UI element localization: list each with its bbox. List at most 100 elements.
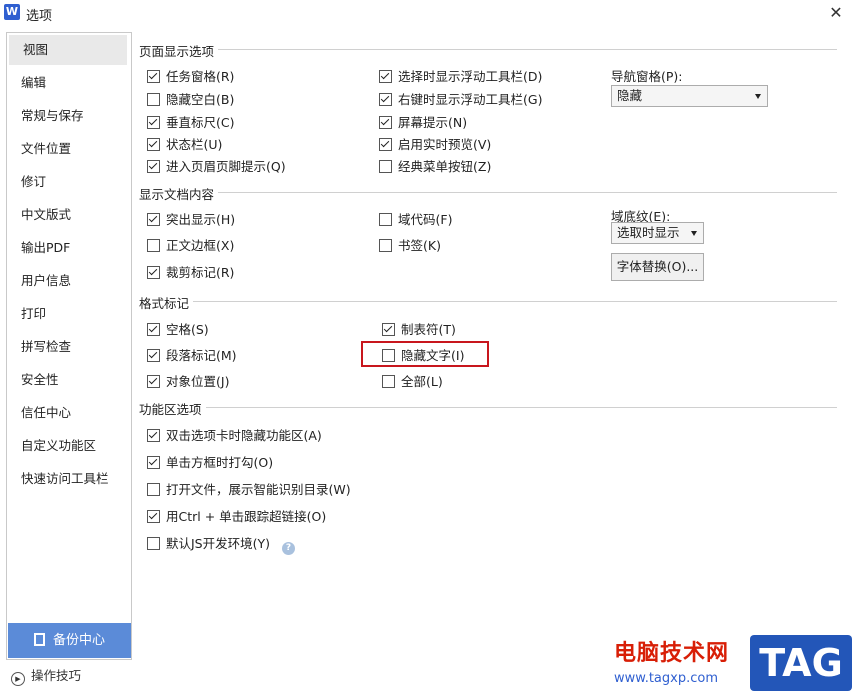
tips-label: 操作技巧	[31, 668, 82, 683]
backup-icon	[33, 633, 45, 646]
sidebar-item-spell-check[interactable]: 拼写检查	[7, 332, 127, 362]
checkbox-label: 双击选项卡时隐藏功能区(A)	[166, 428, 322, 443]
checkbox-label: 进入页眉页脚提示(Q)	[166, 159, 286, 174]
checkbox-header-footer-tip[interactable]: 进入页眉页脚提示(Q)	[147, 156, 286, 175]
checkbox-label: 状态栏(U)	[166, 137, 223, 152]
sidebar-item-export-pdf[interactable]: 输出PDF	[7, 233, 127, 263]
checkbox-label: 屏幕提示(N)	[398, 115, 468, 130]
options-main-panel: 页面显示选项 任务窗格(R) 隐藏空白(B) 垂直标尺(C) 状态栏(U) 进入…	[131, 32, 851, 658]
checkbox-box	[147, 456, 160, 469]
chevron-down-icon	[691, 231, 697, 236]
sidebar-item-customize-ribbon[interactable]: 自定义功能区	[7, 431, 127, 461]
sidebar-item-view[interactable]: 视图	[9, 35, 127, 65]
checkbox-label: 右键时显示浮动工具栏(G)	[398, 92, 543, 107]
checkbox-label: 用Ctrl + 单击跟踪超链接(O)	[166, 509, 327, 524]
checkbox-dblclick-hide-ribbon[interactable]: 双击选项卡时隐藏功能区(A)	[147, 425, 322, 444]
font-substitution-button[interactable]: 字体替换(O)...	[611, 253, 704, 281]
checkbox-text-boundaries[interactable]: 正文边框(X)	[147, 235, 234, 254]
checkbox-screen-tips[interactable]: 屏幕提示(N)	[379, 112, 467, 131]
sidebar-item-user-info[interactable]: 用户信息	[7, 266, 127, 296]
backup-center-button[interactable]: 备份中心	[8, 623, 131, 658]
checkbox-task-pane[interactable]: 任务窗格(R)	[147, 66, 234, 85]
checkbox-label: 段落标记(M)	[166, 348, 237, 363]
checkbox-box	[147, 266, 160, 279]
checkbox-float-toolbar-select[interactable]: 选择时显示浮动工具栏(D)	[379, 66, 542, 85]
watermark-url: www.tagxp.com	[614, 671, 718, 686]
checkbox-label: 选择时显示浮动工具栏(D)	[398, 69, 543, 84]
checkbox-box	[147, 138, 160, 151]
section-divider	[139, 192, 837, 193]
checkbox-box	[379, 213, 392, 226]
chevron-down-icon	[755, 94, 761, 99]
checkbox-label: 默认JS开发环境(Y)	[166, 536, 271, 551]
checkbox-default-js-env[interactable]: 默认JS开发环境(Y)?	[147, 533, 296, 555]
checkbox-box	[147, 510, 160, 523]
checkbox-click-box-check[interactable]: 单击方框时打勾(O)	[147, 452, 273, 471]
checkbox-label: 正文边框(X)	[166, 238, 235, 253]
checkbox-box	[147, 70, 160, 83]
checkbox-smart-toc[interactable]: 打开文件，展示智能识别目录(W)	[147, 479, 351, 498]
sidebar-item-general-save[interactable]: 常规与保存	[7, 101, 127, 131]
sidebar-item-chinese-layout[interactable]: 中文版式	[7, 200, 127, 230]
section-divider	[139, 301, 837, 302]
section-divider	[139, 49, 837, 50]
sidebar-item-print[interactable]: 打印	[7, 299, 127, 329]
section-title-doc-content: 显示文档内容	[139, 184, 219, 203]
options-sidebar: 视图 编辑 常规与保存 文件位置 修订 中文版式 输出PDF 用户信息 打印 拼…	[6, 32, 132, 660]
nav-pane-select[interactable]: 隐藏	[611, 85, 768, 107]
section-title-page-display: 页面显示选项	[139, 41, 219, 60]
sidebar-item-edit[interactable]: 编辑	[7, 68, 127, 98]
nav-pane-label: 导航窗格(P):	[611, 69, 683, 84]
checkbox-vertical-ruler[interactable]: 垂直标尺(C)	[147, 112, 234, 131]
checkbox-box	[382, 323, 395, 336]
sidebar-item-security[interactable]: 安全性	[7, 365, 127, 395]
checkbox-label: 任务窗格(R)	[166, 69, 235, 84]
checkbox-spaces[interactable]: 空格(S)	[147, 319, 209, 338]
checkbox-label: 启用实时预览(V)	[398, 137, 492, 152]
checkbox-highlight[interactable]: 突出显示(H)	[147, 209, 235, 228]
checkbox-label: 对象位置(J)	[166, 374, 230, 389]
sidebar-item-file-location[interactable]: 文件位置	[7, 134, 127, 164]
checkbox-live-preview[interactable]: 启用实时预览(V)	[379, 134, 491, 153]
field-shading-select[interactable]: 选取时显示	[611, 222, 704, 244]
checkbox-status-bar[interactable]: 状态栏(U)	[147, 134, 222, 153]
checkbox-box	[382, 375, 395, 388]
checkbox-all-marks[interactable]: 全部(L)	[382, 371, 443, 390]
checkbox-bookmarks[interactable]: 书签(K)	[379, 235, 441, 254]
checkbox-paragraph-marks[interactable]: 段落标记(M)	[147, 345, 237, 364]
backup-center-label: 备份中心	[52, 633, 105, 648]
sidebar-item-quick-access-toolbar[interactable]: 快速访问工具栏	[7, 464, 127, 494]
close-button[interactable]: ✕	[825, 2, 847, 24]
section-title-ribbon-options: 功能区选项	[139, 399, 206, 418]
tips-link[interactable]: ▶ 操作技巧	[11, 665, 81, 686]
checkbox-hide-blank[interactable]: 隐藏空白(B)	[147, 89, 234, 108]
checkbox-label: 打开文件，展示智能识别目录(W)	[166, 482, 351, 497]
field-shading-value: 选取时显示	[617, 225, 680, 240]
checkbox-crop-marks[interactable]: 裁剪标记(R)	[147, 262, 234, 281]
sidebar-item-trust-center[interactable]: 信任中心	[7, 398, 127, 428]
checkbox-box	[379, 160, 392, 173]
checkbox-classic-menu[interactable]: 经典菜单按钮(Z)	[379, 156, 491, 175]
help-icon[interactable]: ?	[282, 542, 296, 555]
window-title: 选项	[26, 9, 53, 24]
play-circle-icon: ▶	[11, 672, 25, 686]
checkbox-box	[147, 116, 160, 129]
checkbox-label: 制表符(T)	[401, 322, 456, 337]
checkbox-box	[379, 239, 392, 252]
checkbox-ctrl-click-link[interactable]: 用Ctrl + 单击跟踪超链接(O)	[147, 506, 326, 525]
checkbox-tab-characters[interactable]: 制表符(T)	[382, 319, 456, 338]
checkbox-box	[147, 483, 160, 496]
checkbox-box	[147, 349, 160, 362]
site-watermark: 电脑技术网 www.tagxp.com TAG	[612, 633, 852, 695]
checkbox-object-anchors[interactable]: 对象位置(J)	[147, 371, 229, 390]
watermark-tag-logo: TAG	[750, 635, 852, 691]
sidebar-item-revision[interactable]: 修订	[7, 167, 127, 197]
watermark-text: 电脑技术网	[614, 641, 730, 666]
title-bar: W 选项 ✕	[0, 0, 855, 26]
checkbox-float-toolbar-rightclick[interactable]: 右键时显示浮动工具栏(G)	[379, 89, 542, 108]
checkbox-field-codes[interactable]: 域代码(F)	[379, 209, 452, 228]
checkbox-label: 空格(S)	[166, 322, 209, 337]
checkbox-box	[147, 160, 160, 173]
checkbox-box	[147, 537, 160, 550]
checkbox-box	[147, 213, 160, 226]
